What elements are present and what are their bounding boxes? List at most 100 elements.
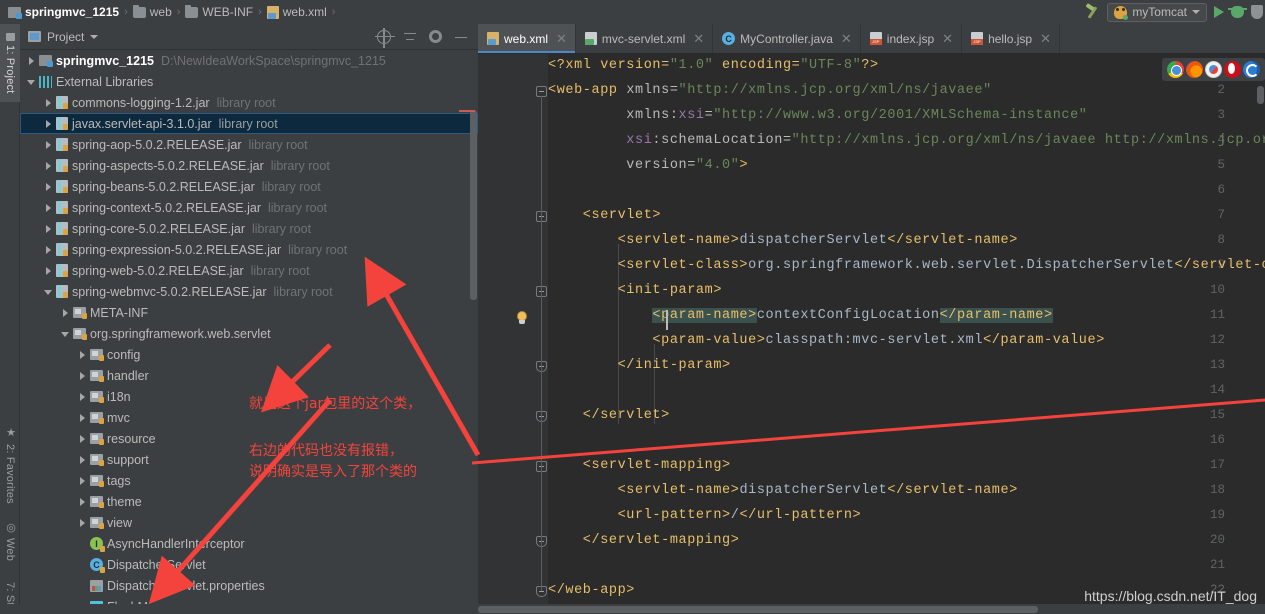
chevron-right-icon[interactable] <box>43 223 54 234</box>
code-line[interactable]: <url-pattern>/</url-pattern> <box>548 508 861 523</box>
tree-row[interactable]: view <box>20 512 478 533</box>
chevron-right-icon[interactable] <box>77 370 88 381</box>
project-scrollbar[interactable] <box>470 110 477 300</box>
locate-icon[interactable] <box>375 27 395 48</box>
build-icon[interactable] <box>1085 5 1100 20</box>
code-line[interactable]: version="4.0"> <box>548 158 748 173</box>
tool-button-favorites[interactable]: ★ 2: Favorites <box>0 419 20 511</box>
tree-row[interactable]: config <box>20 344 478 365</box>
tree-row[interactable]: DispatcherServlet.properties <box>20 575 478 596</box>
horizontal-scrollbar[interactable] <box>478 606 1038 613</box>
chevron-right-icon[interactable] <box>77 454 88 465</box>
chevron-down-icon[interactable] <box>26 76 37 87</box>
chevron-right-icon[interactable] <box>77 349 88 360</box>
code-line[interactable]: </web-app> <box>548 583 635 598</box>
chrome-icon[interactable] <box>1167 61 1184 78</box>
run-icon[interactable] <box>1214 6 1224 18</box>
chevron-right-icon[interactable] <box>43 244 54 255</box>
chevron-right-icon[interactable] <box>26 55 37 66</box>
tree-row[interactable]: I AsyncHandlerInterceptor <box>20 533 478 554</box>
close-icon[interactable]: ✕ <box>1040 32 1051 45</box>
editor-tab-mycontroller-java[interactable]: C MyController.java ✕ <box>713 24 861 53</box>
chevron-right-icon[interactable] <box>77 412 88 423</box>
code-line[interactable]: </servlet-mapping> <box>548 533 739 548</box>
chevron-right-icon[interactable] <box>43 139 54 150</box>
close-icon[interactable]: ✕ <box>556 32 567 45</box>
tree-row[interactable]: C DispatcherServlet <box>20 554 478 575</box>
opera-icon[interactable] <box>1224 61 1241 78</box>
editor-tab-index-jsp[interactable]: index.jsp ✕ <box>861 24 963 53</box>
code-editor[interactable]: 1<?xml version="1.0" encoding="UTF-8"?>2… <box>478 54 1265 614</box>
code-line[interactable]: <init-param> <box>548 283 722 298</box>
code-line[interactable]: <?xml version="1.0" encoding="UTF-8"?> <box>548 58 879 73</box>
tree-row[interactable]: resource <box>20 428 478 449</box>
tree-row[interactable]: tags <box>20 470 478 491</box>
chevron-right-icon[interactable] <box>43 181 54 192</box>
coverage-icon[interactable] <box>1251 5 1263 19</box>
project-tree[interactable]: springmvc_1215 D:\NewIdeaWorkSpace\spring… <box>20 50 478 614</box>
tree-row[interactable]: spring-context-5.0.2.RELEASE.jar library … <box>20 197 478 218</box>
code-line[interactable]: </init-param> <box>548 358 731 373</box>
safari-icon[interactable] <box>1205 61 1222 78</box>
chevron-right-icon[interactable] <box>43 202 54 213</box>
chevron-right-icon[interactable] <box>43 265 54 276</box>
breadcrumb-item-web[interactable]: web <box>132 4 172 19</box>
collapse-all-icon[interactable] <box>403 30 417 44</box>
intention-bulb-icon[interactable] <box>516 311 528 325</box>
tree-row[interactable]: spring-aspects-5.0.2.RELEASE.jar library … <box>20 155 478 176</box>
code-line[interactable]: <servlet-name>dispatcherServlet</servlet… <box>548 233 1018 248</box>
editor-tab-web-xml[interactable]: web.xml ✕ <box>478 24 576 53</box>
chevron-down-icon[interactable] <box>43 286 54 297</box>
chevron-right-icon[interactable] <box>60 307 71 318</box>
code-line[interactable]: </servlet> <box>548 408 670 423</box>
editor-scrollbar[interactable] <box>1257 86 1264 104</box>
tree-row[interactable]: spring-web-5.0.2.RELEASE.jar library root <box>20 260 478 281</box>
tool-button-web[interactable]: ◎ Web <box>0 514 20 568</box>
breadcrumb-item-web-xml[interactable]: web.xml <box>266 5 327 19</box>
close-icon[interactable]: ✕ <box>942 32 953 45</box>
chevron-right-icon[interactable] <box>43 97 54 108</box>
editor-tab-mvc-servlet-xml[interactable]: mvc-servlet.xml ✕ <box>576 24 714 53</box>
tree-row[interactable]: spring-core-5.0.2.RELEASE.jar library roo… <box>20 218 478 239</box>
chevron-right-icon[interactable] <box>43 118 54 129</box>
tree-row[interactable]: support <box>20 449 478 470</box>
chevron-down-icon[interactable] <box>60 328 71 339</box>
code-line[interactable]: xsi:schemaLocation="http://xmlns.jcp.org… <box>548 133 1265 148</box>
tree-row[interactable]: External Libraries <box>20 71 478 92</box>
gear-icon[interactable] <box>429 30 442 43</box>
tree-row[interactable]: theme <box>20 491 478 512</box>
breadcrumb-item-web-inf[interactable]: WEB-INF <box>185 4 253 19</box>
code-line[interactable]: <web-app xmlns="http://xmlns.jcp.org/xml… <box>548 83 992 98</box>
code-line[interactable]: <servlet> <box>548 208 661 223</box>
minimize-icon[interactable] <box>454 30 468 44</box>
debug-icon[interactable] <box>1228 6 1247 18</box>
tree-row[interactable]: mvc <box>20 407 478 428</box>
tree-row[interactable]: javax.servlet-api-3.1.0.jar library root <box>20 113 478 134</box>
run-configuration-selector[interactable]: myTomcat <box>1107 2 1207 22</box>
tree-row[interactable]: META-INF <box>20 302 478 323</box>
tree-row[interactable]: handler <box>20 365 478 386</box>
chevron-right-icon[interactable] <box>77 433 88 444</box>
tree-row[interactable]: spring-webmvc-5.0.2.RELEASE.jar library r… <box>20 281 478 302</box>
tree-row[interactable]: spring-beans-5.0.2.RELEASE.jar library ro… <box>20 176 478 197</box>
code-line[interactable]: <servlet-mapping> <box>548 458 731 473</box>
code-line[interactable]: <servlet-class>org.springframework.web.s… <box>548 258 1265 273</box>
chevron-down-icon[interactable] <box>90 34 99 39</box>
tree-row[interactable]: commons-logging-1.2.jar library root <box>20 92 478 113</box>
close-icon[interactable]: ✕ <box>693 32 704 45</box>
tree-row[interactable]: springmvc_1215 D:\NewIdeaWorkSpace\spring… <box>20 50 478 71</box>
chevron-right-icon[interactable] <box>77 391 88 402</box>
breadcrumb-item-springmvc_1215[interactable]: springmvc_1215 <box>8 5 119 19</box>
tree-row[interactable]: spring-aop-5.0.2.RELEASE.jar library root <box>20 134 478 155</box>
chevron-right-icon[interactable] <box>77 517 88 528</box>
code-line[interactable]: <param-name>contextConfigLocation</param… <box>548 308 1053 323</box>
tree-row[interactable]: i18n <box>20 386 478 407</box>
tree-row[interactable]: org.springframework.web.servlet <box>20 323 478 344</box>
code-line[interactable]: <servlet-name>dispatcherServlet</servlet… <box>548 483 1018 498</box>
tree-row[interactable]: spring-expression-5.0.2.RELEASE.jar libra… <box>20 239 478 260</box>
code-line[interactable]: xmlns:xsi="http://www.w3.org/2001/XMLSch… <box>548 108 1088 123</box>
code-line[interactable]: <param-value>classpath:mvc-servlet.xml</… <box>548 333 1105 348</box>
chevron-right-icon[interactable] <box>43 160 54 171</box>
chevron-right-icon[interactable] <box>77 496 88 507</box>
tool-button-project[interactable]: 1: Project <box>0 24 20 102</box>
